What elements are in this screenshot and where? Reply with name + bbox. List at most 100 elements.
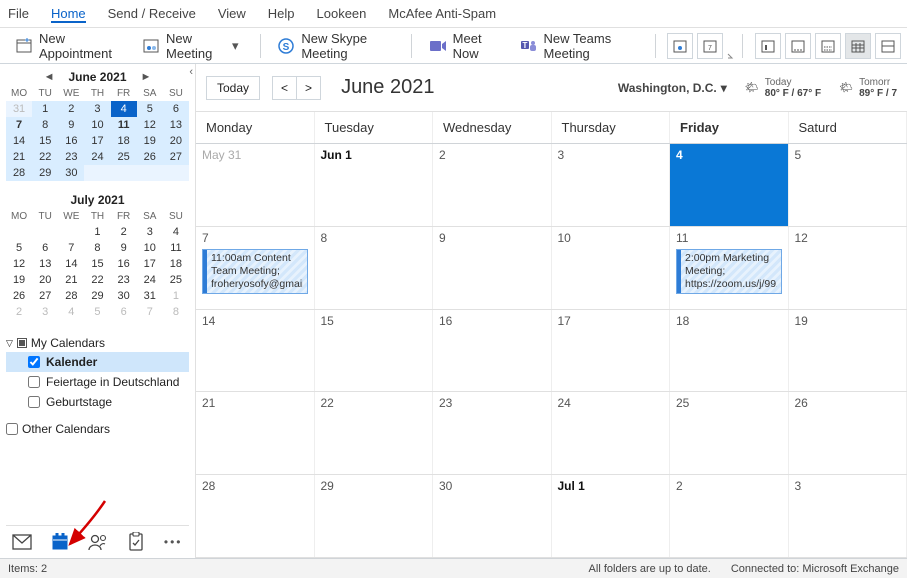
mini-cal-day[interactable]: 6: [32, 240, 58, 256]
mini-cal-day[interactable]: 29: [32, 165, 58, 181]
workweek-view-button[interactable]: [785, 33, 811, 59]
weather-tomorrow[interactable]: 🌤 Tomorr89° F / 7: [839, 77, 897, 99]
day-cell[interactable]: 18: [670, 310, 789, 392]
mini-cal-day[interactable]: 27: [32, 288, 58, 304]
other-calendars-header[interactable]: Other Calendars: [6, 420, 189, 438]
mini-cal-day[interactable]: 6: [163, 101, 189, 117]
mini-cal-day[interactable]: 14: [6, 133, 32, 149]
mini-cal-day[interactable]: 6: [111, 304, 137, 320]
mini-cal-day[interactable]: 1: [84, 224, 110, 240]
menu-item-mcafee-anti-spam[interactable]: McAfee Anti-Spam: [388, 4, 496, 23]
mini-cal-day[interactable]: 8: [84, 240, 110, 256]
schedule-view-button[interactable]: [875, 33, 901, 59]
mini-cal-day[interactable]: 21: [6, 149, 32, 165]
mini-cal-day[interactable]: 5: [84, 304, 110, 320]
calendar-checkbox[interactable]: [28, 376, 40, 388]
new-skype-meeting-button[interactable]: S New Skype Meeting: [268, 26, 403, 66]
mini-cal-day[interactable]: 10: [84, 117, 110, 133]
day-cell[interactable]: 16: [433, 310, 552, 392]
mini-cal-day[interactable]: [111, 165, 137, 181]
mini-cal-day[interactable]: 5: [6, 240, 32, 256]
day-cell[interactable]: 22: [315, 392, 434, 474]
mini-cal-day[interactable]: 15: [84, 256, 110, 272]
mini-cal-day[interactable]: 13: [163, 117, 189, 133]
prev-button[interactable]: <: [273, 77, 297, 99]
next-button[interactable]: >: [297, 77, 320, 99]
day-cell[interactable]: 24: [552, 392, 671, 474]
day-cell[interactable]: 14: [196, 310, 315, 392]
mini-cal-day[interactable]: 30: [111, 288, 137, 304]
day-cell[interactable]: 25: [670, 392, 789, 474]
day-cell[interactable]: 4: [670, 144, 789, 226]
day-cell[interactable]: 112:00pm Marketing Meeting; https://zoom…: [670, 227, 789, 309]
day-cell[interactable]: 21: [196, 392, 315, 474]
new-appointment-button[interactable]: New Appointment: [6, 26, 129, 66]
day-cell[interactable]: 23: [433, 392, 552, 474]
day-cell[interactable]: 12: [789, 227, 907, 309]
mini-cal-grid[interactable]: MOTUWETHFRSASU12345678910111213141516171…: [6, 209, 189, 320]
mini-cal-day[interactable]: 2: [111, 224, 137, 240]
mini-cal-day[interactable]: 23: [111, 272, 137, 288]
mini-cal-day[interactable]: 27: [163, 149, 189, 165]
mini-cal-day[interactable]: 26: [6, 288, 32, 304]
tasks-nav-icon[interactable]: [126, 532, 146, 552]
day-cell[interactable]: 15: [315, 310, 434, 392]
mini-cal-day[interactable]: 28: [6, 165, 32, 181]
mini-cal-day[interactable]: 22: [32, 149, 58, 165]
mini-cal-day[interactable]: 4: [58, 304, 84, 320]
week-view-button[interactable]: [815, 33, 841, 59]
mini-cal-day[interactable]: 20: [32, 272, 58, 288]
calendar-checkbox[interactable]: [28, 396, 40, 408]
menu-item-file[interactable]: File: [8, 4, 29, 23]
view-next7-button[interactable]: 7: [697, 33, 723, 59]
more-nav-icon[interactable]: •••: [163, 532, 183, 552]
calendar-nav-icon[interactable]: [50, 532, 70, 552]
mini-cal-day[interactable]: 11: [163, 240, 189, 256]
calendar-item[interactable]: Geburtstage: [6, 392, 189, 412]
mini-cal-day[interactable]: [163, 165, 189, 181]
mini-cal-day[interactable]: [6, 224, 32, 240]
day-cell[interactable]: 8: [315, 227, 434, 309]
day-cell[interactable]: 9: [433, 227, 552, 309]
mini-cal-day[interactable]: 9: [111, 240, 137, 256]
day-cell[interactable]: 26: [789, 392, 907, 474]
view-today-button[interactable]: [667, 33, 693, 59]
today-button[interactable]: Today: [206, 76, 260, 100]
calendar-checkbox[interactable]: [28, 356, 40, 368]
mini-cal-day[interactable]: 19: [137, 133, 163, 149]
mail-nav-icon[interactable]: [12, 532, 32, 552]
mini-cal-day[interactable]: 14: [58, 256, 84, 272]
day-cell[interactable]: 19: [789, 310, 907, 392]
day-cell[interactable]: 3: [789, 475, 907, 557]
group-launcher-icon[interactable]: [727, 32, 734, 60]
mini-cal-day[interactable]: 1: [163, 288, 189, 304]
mini-cal-day[interactable]: 3: [32, 304, 58, 320]
mini-cal-day[interactable]: 29: [84, 288, 110, 304]
calendar-item[interactable]: Kalender: [6, 352, 189, 372]
day-cell[interactable]: 10: [552, 227, 671, 309]
mini-cal-day[interactable]: [58, 224, 84, 240]
mini-cal-day[interactable]: 25: [163, 272, 189, 288]
mini-cal-day[interactable]: 22: [84, 272, 110, 288]
mini-cal-day[interactable]: 25: [111, 149, 137, 165]
weather-today[interactable]: 🌤 Today80° F / 67° F: [745, 77, 821, 99]
mini-cal-day[interactable]: 26: [137, 149, 163, 165]
other-calendars-checkbox[interactable]: [6, 423, 18, 435]
mini-cal-day[interactable]: 16: [111, 256, 137, 272]
calendar-event[interactable]: 11:00am Content Team Meeting; froheryoso…: [202, 249, 308, 294]
mini-cal-day[interactable]: 10: [137, 240, 163, 256]
day-cell[interactable]: Jun 1: [315, 144, 434, 226]
menu-item-lookeen[interactable]: Lookeen: [317, 4, 367, 23]
mini-cal-day[interactable]: [32, 224, 58, 240]
mini-cal-day[interactable]: 20: [163, 133, 189, 149]
calendar-event[interactable]: 2:00pm Marketing Meeting; https://zoom.u…: [676, 249, 782, 294]
mini-cal-day[interactable]: 28: [58, 288, 84, 304]
mini-cal-day[interactable]: 4: [111, 101, 137, 117]
mini-cal-day[interactable]: 17: [84, 133, 110, 149]
mini-cal-day[interactable]: 12: [137, 117, 163, 133]
mini-cal-day[interactable]: 8: [163, 304, 189, 320]
day-cell[interactable]: May 31: [196, 144, 315, 226]
new-teams-meeting-button[interactable]: T New Teams Meeting: [511, 26, 647, 66]
menu-item-help[interactable]: Help: [268, 4, 295, 23]
day-cell[interactable]: 30: [433, 475, 552, 557]
